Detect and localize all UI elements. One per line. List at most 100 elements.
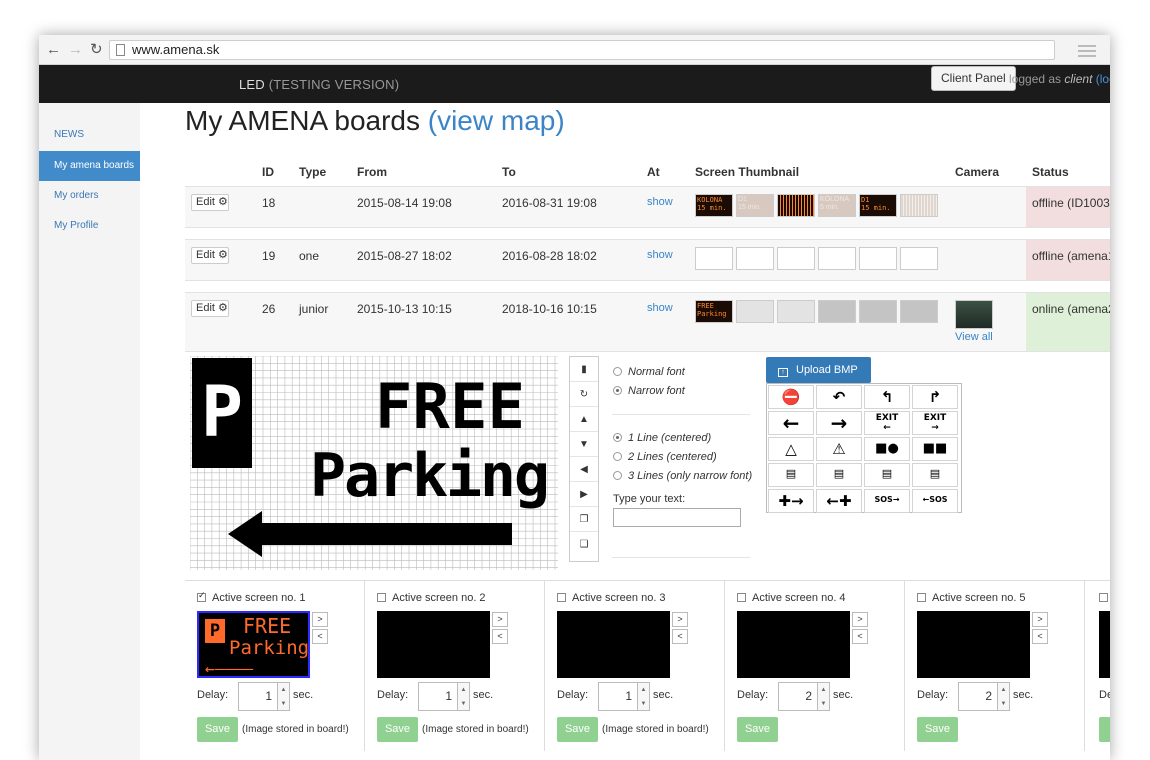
screen-thumbnail[interactable]: [777, 300, 815, 323]
logout-link[interactable]: (logo: [1096, 72, 1110, 86]
prev-screen-button[interactable]: <: [1032, 629, 1048, 644]
prev-screen-button[interactable]: <: [672, 629, 688, 644]
screen-preview[interactable]: [737, 611, 850, 678]
screen-thumbnail[interactable]: KOLONA 15 min.: [695, 194, 733, 217]
back-icon[interactable]: ←: [46, 41, 61, 59]
address-bar[interactable]: www.amena.sk: [109, 40, 1055, 60]
screen-thumbnail[interactable]: [900, 194, 938, 217]
delay-spinner[interactable]: ▲ ▼: [998, 682, 1010, 711]
save-button[interactable]: [1099, 717, 1110, 742]
new-file-icon[interactable]: ▮: [570, 357, 598, 382]
screen-thumbnail[interactable]: [900, 300, 938, 323]
screen-thumbnail[interactable]: [736, 300, 774, 323]
move-right-icon[interactable]: ▶: [570, 482, 598, 507]
sos-phone-left-icon[interactable]: ←SOS: [912, 489, 958, 513]
turn-left-icon[interactable]: ↰: [864, 385, 910, 409]
active-screen-checkbox[interactable]: Active screen no. 3: [557, 592, 666, 604]
prev-screen-button[interactable]: <: [312, 629, 328, 644]
save-button[interactable]: Save: [917, 717, 958, 742]
turn-right-icon[interactable]: ↱: [912, 385, 958, 409]
screen-thumbnail[interactable]: [777, 247, 815, 270]
delay-input[interactable]: 2: [958, 682, 998, 711]
first-aid-right-icon[interactable]: ✚→: [768, 489, 814, 513]
edit-button[interactable]: Edit ⚙: [191, 247, 229, 264]
no-entry-icon[interactable]: ⛔: [768, 385, 814, 409]
active-screen-checkbox[interactable]: Active screen no. 5: [917, 592, 1026, 604]
copy-icon[interactable]: ❐: [570, 507, 598, 532]
narrow-font-radio[interactable]: Narrow font: [613, 385, 685, 397]
screen-thumbnail[interactable]: [859, 300, 897, 323]
active-screen-checkbox[interactable]: Active screen no. 2: [377, 592, 486, 604]
sidebar-item-news[interactable]: NEWS: [39, 120, 140, 150]
delay-input[interactable]: 1: [598, 682, 638, 711]
forward-icon[interactable]: →: [68, 41, 83, 59]
arrow-right-icon[interactable]: →: [816, 411, 862, 435]
emergency-exit-both-icon[interactable]: ▤: [768, 463, 814, 487]
screen-preview[interactable]: [1099, 611, 1110, 678]
screen-thumbnail[interactable]: [777, 194, 815, 217]
active-screen-checkbox[interactable]: Active screen no. 4: [737, 592, 846, 604]
screen-thumbnail[interactable]: [695, 247, 733, 270]
screen-thumbnail[interactable]: [736, 247, 774, 270]
delay-spinner[interactable]: ▲ ▼: [818, 682, 830, 711]
save-button[interactable]: Save: [557, 717, 598, 742]
screen-preview[interactable]: [917, 611, 1030, 678]
menu-icon[interactable]: [1078, 45, 1096, 57]
move-up-icon[interactable]: ▲: [570, 407, 598, 432]
rotate-icon[interactable]: ↻: [570, 382, 598, 407]
screen-thumbnail[interactable]: [818, 300, 856, 323]
sidebar-item-my-profile[interactable]: My Profile: [39, 211, 140, 241]
save-button[interactable]: Save: [737, 717, 778, 742]
delay-input[interactable]: 1: [418, 682, 458, 711]
exit-right-icon[interactable]: EXIT →: [912, 411, 958, 435]
delay-spinner[interactable]: ▲ ▼: [278, 682, 290, 711]
emergency-exit-up-icon[interactable]: ▤: [912, 463, 958, 487]
screen-thumbnail[interactable]: D1 15 min.: [736, 194, 774, 217]
prev-screen-button[interactable]: <: [492, 629, 508, 644]
normal-font-radio[interactable]: Normal font: [613, 366, 685, 378]
emergency-exit-right-icon[interactable]: ▤: [816, 463, 862, 487]
delay-input[interactable]: 2: [778, 682, 818, 711]
truck-icon[interactable]: ■■: [912, 437, 958, 461]
three-lines-radio[interactable]: 3 Lines (only narrow font): [613, 470, 752, 482]
next-screen-button[interactable]: >: [672, 612, 688, 627]
sos-phone-right-icon[interactable]: SOS→: [864, 489, 910, 513]
save-button[interactable]: Save: [197, 717, 238, 742]
edit-button[interactable]: Edit ⚙: [191, 194, 229, 211]
show-link[interactable]: show: [647, 302, 673, 314]
screen-thumbnail[interactable]: [818, 247, 856, 270]
delay-spinner[interactable]: ▲ ▼: [638, 682, 650, 711]
view-map-link[interactable]: (view map): [428, 105, 565, 136]
save-button[interactable]: Save: [377, 717, 418, 742]
brand[interactable]: LED (TESTING VERSION): [239, 77, 399, 92]
slippery-road-icon[interactable]: △: [768, 437, 814, 461]
sidebar-item-my-orders[interactable]: My orders: [39, 181, 140, 211]
client-panel-button[interactable]: Client Panel: [931, 66, 1016, 91]
show-link[interactable]: show: [647, 249, 673, 261]
screen-preview[interactable]: P FREE Parking ←————: [197, 611, 310, 678]
active-screen-checkbox[interactable]: [1099, 592, 1110, 604]
delay-input[interactable]: 1: [238, 682, 278, 711]
edit-button[interactable]: Edit ⚙: [191, 300, 229, 317]
delay-spinner[interactable]: ▲ ▼: [458, 682, 470, 711]
screen-thumbnail[interactable]: [900, 247, 938, 270]
two-lines-radio[interactable]: 2 Lines (centered): [613, 451, 717, 463]
led-pixel-editor[interactable]: P FREE Parking: [190, 356, 558, 570]
next-screen-button[interactable]: >: [852, 612, 868, 627]
first-aid-left-icon[interactable]: ←✚: [816, 489, 862, 513]
active-screen-checkbox[interactable]: Active screen no. 1: [197, 590, 306, 604]
view-all-link[interactable]: View all: [955, 331, 993, 343]
one-line-radio[interactable]: 1 Line (centered): [613, 432, 711, 444]
exit-left-icon[interactable]: EXIT ←: [864, 411, 910, 435]
upload-bmp-button[interactable]: ↑ Upload BMP: [766, 357, 871, 383]
next-screen-button[interactable]: >: [1032, 612, 1048, 627]
next-screen-button[interactable]: >: [492, 612, 508, 627]
next-screen-button[interactable]: >: [312, 612, 328, 627]
sidebar-item-my-amena-boards[interactable]: My amena boards: [39, 151, 140, 181]
arrow-left-icon[interactable]: ←: [768, 411, 814, 435]
warning-icon[interactable]: ⚠: [816, 437, 862, 461]
screen-thumbnail[interactable]: FREE Parking: [695, 300, 733, 323]
screen-preview[interactable]: [557, 611, 670, 678]
camera-thumbnail[interactable]: [955, 300, 993, 329]
car-icon[interactable]: ■●: [864, 437, 910, 461]
